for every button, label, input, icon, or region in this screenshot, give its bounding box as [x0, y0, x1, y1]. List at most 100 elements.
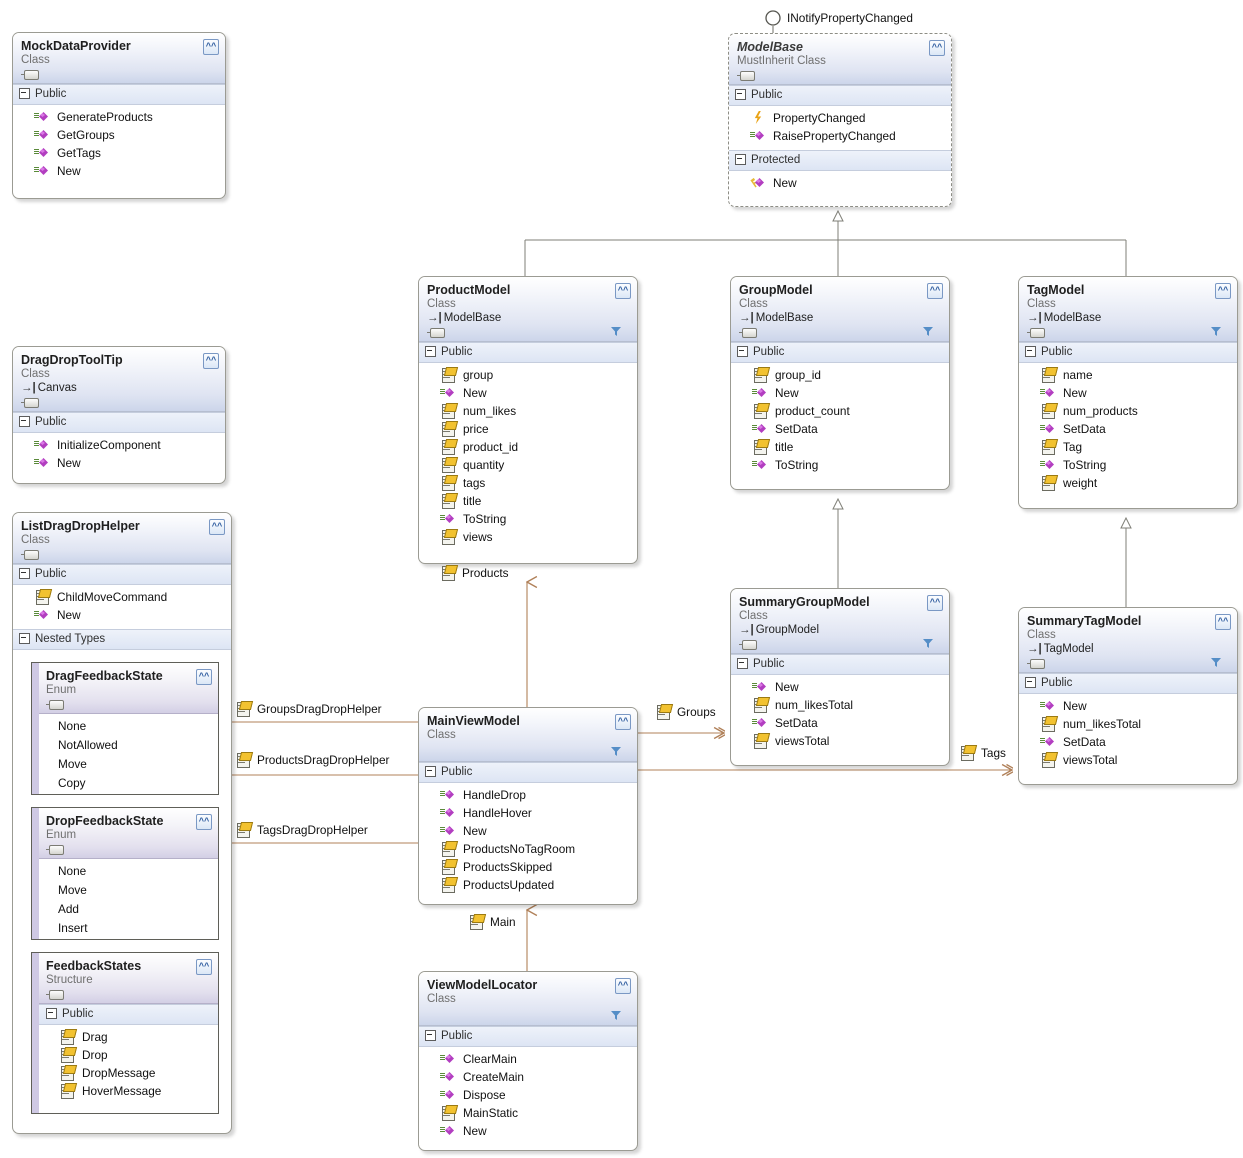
member-row[interactable]: SetData: [1019, 420, 1237, 438]
class-node-productmodel[interactable]: ProductModel Class →| ModelBase ^^ Public…: [418, 276, 638, 564]
class-node-groupmodel[interactable]: GroupModel Class →| ModelBase ^^ Public g…: [730, 276, 950, 490]
member-row[interactable]: New: [1019, 697, 1237, 715]
struct-node-feedbackstates[interactable]: FeedbackStates Structure ^^ Public Drag …: [31, 952, 219, 1114]
member-row[interactable]: product_count: [731, 402, 949, 420]
member-row[interactable]: New: [13, 162, 225, 180]
enum-node-dragfeedbackstate[interactable]: DragFeedbackState Enum ^^ None NotAllowe…: [31, 662, 219, 795]
collapse-icon[interactable]: ^^: [209, 519, 225, 535]
enum-value[interactable]: None: [46, 862, 218, 881]
association-label-groups[interactable]: Groups: [656, 704, 716, 720]
member-row[interactable]: GetTags: [13, 144, 225, 162]
filter-icon[interactable]: [610, 326, 622, 337]
member-row[interactable]: ChildMoveCommand: [13, 588, 231, 606]
member-row[interactable]: New: [1019, 384, 1237, 402]
member-row[interactable]: viewsTotal: [731, 732, 949, 750]
enum-value[interactable]: Move: [46, 881, 218, 900]
enum-value[interactable]: NotAllowed: [46, 736, 218, 755]
collapse-icon[interactable]: ^^: [196, 959, 212, 975]
member-row[interactable]: views: [419, 528, 637, 546]
association-label-products[interactable]: Products: [441, 565, 509, 581]
member-row[interactable]: New: [731, 384, 949, 402]
section-header-public[interactable]: Public: [1019, 673, 1237, 694]
section-header-public[interactable]: Public: [1019, 342, 1237, 363]
class-node-mockdataprovider[interactable]: MockDataProvider Class ^^ Public Generat…: [12, 32, 226, 199]
class-node-summarygroupmodel[interactable]: SummaryGroupModel Class →| GroupModel ^^ …: [730, 588, 950, 766]
collapse-icon[interactable]: ^^: [927, 595, 943, 611]
association-label-tagsdragdrophelper[interactable]: TagsDragDropHelper: [236, 822, 368, 838]
section-header-nested-types[interactable]: Nested Types: [13, 629, 231, 650]
member-row[interactable]: ToString: [1019, 456, 1237, 474]
collapse-icon[interactable]: ^^: [203, 353, 219, 369]
enum-value[interactable]: Add: [46, 900, 218, 919]
class-node-viewmodellocator[interactable]: ViewModelLocator Class ^^ Public ClearMa…: [418, 971, 638, 1151]
expand-box-icon[interactable]: [425, 346, 436, 358]
member-row[interactable]: group_id: [731, 366, 949, 384]
enum-node-dropfeedbackstate[interactable]: DropFeedbackState Enum ^^ None Move Add …: [31, 807, 219, 940]
expand-box-icon[interactable]: [737, 346, 748, 358]
member-row[interactable]: GetGroups: [13, 126, 225, 144]
enum-value[interactable]: Insert: [46, 919, 218, 938]
member-row[interactable]: CreateMain: [419, 1068, 637, 1086]
class-node-dragdroptooltip[interactable]: DragDropToolTip Class →| Canvas ^^ Public…: [12, 346, 226, 484]
member-row[interactable]: num_likesTotal: [1019, 715, 1237, 733]
enum-value[interactable]: Copy: [46, 774, 218, 793]
member-row[interactable]: title: [731, 438, 949, 456]
class-node-tagmodel[interactable]: TagModel Class →| ModelBase ^^ Public nam…: [1018, 276, 1238, 509]
member-row[interactable]: tags: [419, 474, 637, 492]
member-row[interactable]: price: [419, 420, 637, 438]
class-node-summarytagmodel[interactable]: SummaryTagModel Class →| TagModel ^^ Publ…: [1018, 607, 1238, 785]
member-row[interactable]: New: [13, 606, 231, 624]
member-row[interactable]: New: [419, 384, 637, 402]
collapse-icon[interactable]: ^^: [615, 283, 631, 299]
member-row[interactable]: num_products: [1019, 402, 1237, 420]
enum-value[interactable]: Move: [46, 755, 218, 774]
member-row[interactable]: InitializeComponent: [13, 436, 225, 454]
enum-value[interactable]: None: [46, 717, 218, 736]
association-label-productsdragdrophelper[interactable]: ProductsDragDropHelper: [236, 752, 389, 768]
member-row[interactable]: New: [729, 174, 951, 192]
class-node-modelbase[interactable]: ModelBase MustInherit Class ^^ Public Pr…: [728, 33, 952, 207]
section-header-public[interactable]: Public: [731, 342, 949, 363]
filter-icon[interactable]: [610, 746, 622, 757]
member-row[interactable]: ProductsUpdated: [419, 876, 637, 894]
member-row[interactable]: SetData: [1019, 733, 1237, 751]
member-row[interactable]: num_likes: [419, 402, 637, 420]
section-header-public[interactable]: Public: [13, 564, 231, 585]
filter-icon[interactable]: [922, 638, 934, 649]
member-row[interactable]: ToString: [731, 456, 949, 474]
section-header-public[interactable]: Public: [729, 85, 951, 106]
class-node-mainviewmodel[interactable]: MainViewModel Class ^^ Public HandleDrop…: [418, 707, 638, 905]
member-row[interactable]: Tag: [1019, 438, 1237, 456]
member-row[interactable]: HandleHover: [419, 804, 637, 822]
member-row[interactable]: num_likesTotal: [731, 696, 949, 714]
member-row[interactable]: GenerateProducts: [13, 108, 225, 126]
expand-box-icon[interactable]: [19, 88, 30, 100]
member-row[interactable]: New: [419, 1122, 637, 1140]
collapse-icon[interactable]: ^^: [196, 669, 212, 685]
collapse-icon[interactable]: ^^: [615, 978, 631, 994]
member-row[interactable]: product_id: [419, 438, 637, 456]
member-row[interactable]: DropMessage: [32, 1064, 218, 1082]
collapse-icon[interactable]: ^^: [927, 283, 943, 299]
section-header-public[interactable]: Public: [13, 84, 225, 105]
member-row[interactable]: New: [419, 822, 637, 840]
member-row[interactable]: New: [13, 454, 225, 472]
member-row[interactable]: Drop: [32, 1046, 218, 1064]
expand-box-icon[interactable]: [19, 416, 30, 428]
member-row[interactable]: viewsTotal: [1019, 751, 1237, 769]
member-row[interactable]: Dispose: [419, 1086, 637, 1104]
collapse-icon[interactable]: ^^: [203, 39, 219, 55]
filter-icon[interactable]: [922, 326, 934, 337]
expand-box-icon[interactable]: [1025, 346, 1036, 358]
filter-icon[interactable]: [610, 1010, 622, 1021]
filter-icon[interactable]: [1210, 326, 1222, 337]
member-row[interactable]: name: [1019, 366, 1237, 384]
expand-box-icon[interactable]: [19, 633, 30, 645]
member-row[interactable]: New: [731, 678, 949, 696]
member-row[interactable]: ProductsNoTagRoom: [419, 840, 637, 858]
member-row[interactable]: HoverMessage: [32, 1082, 218, 1100]
collapse-icon[interactable]: ^^: [1215, 283, 1231, 299]
member-row[interactable]: HandleDrop: [419, 786, 637, 804]
expand-box-icon[interactable]: [425, 1030, 436, 1042]
expand-box-icon[interactable]: [425, 766, 436, 778]
